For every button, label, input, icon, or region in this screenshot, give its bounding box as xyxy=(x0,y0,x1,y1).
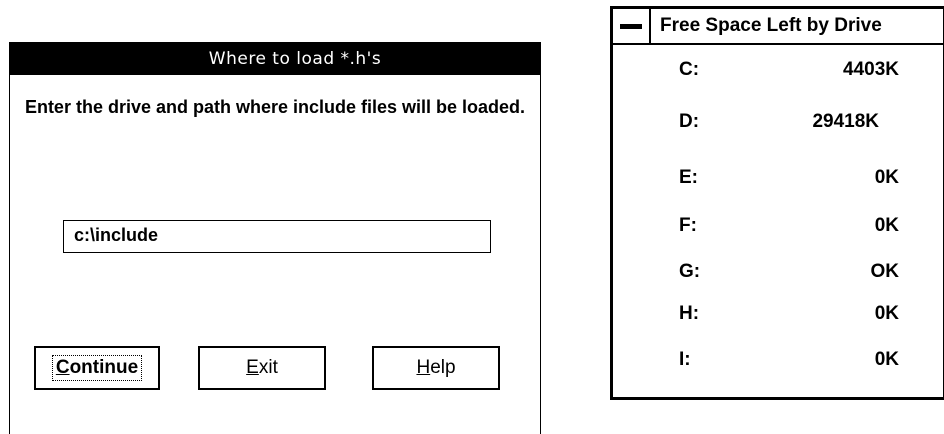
where-to-load-dialog: Where to load *.h's Enter the drive and … xyxy=(9,42,541,434)
dialog-prompt: Enter the drive and path where include f… xyxy=(24,97,526,117)
drive-letter: F: xyxy=(679,215,697,236)
drive-free-space: 0K xyxy=(874,167,899,188)
drive-letter: E: xyxy=(679,167,698,188)
continue-button-label: Continue xyxy=(51,355,143,381)
exit-label-rest: xit xyxy=(258,357,278,378)
drive-row: C: 4403K xyxy=(613,59,943,89)
drive-row: F: 0K xyxy=(613,215,943,245)
continue-button[interactable]: Continue xyxy=(34,346,160,390)
drive-letter: H: xyxy=(679,303,700,324)
help-mnemonic: H xyxy=(416,357,431,378)
include-path-input[interactable]: c:\include xyxy=(63,220,491,253)
drive-row: D: 29418K xyxy=(613,111,943,141)
help-button-label: Help xyxy=(416,357,455,379)
panel-title: Free Space Left by Drive xyxy=(660,15,882,36)
exit-button-label: Exit xyxy=(246,357,278,379)
drive-row: I: 0K xyxy=(613,349,943,379)
system-menu-icon[interactable] xyxy=(613,9,651,43)
drive-free-space: 29418K xyxy=(812,111,879,132)
help-label-rest: elp xyxy=(430,357,456,378)
drive-letter: D: xyxy=(679,111,700,132)
continue-mnemonic: C xyxy=(55,357,70,378)
drive-row: H: 0K xyxy=(613,303,943,333)
drive-free-space: 0K xyxy=(874,349,899,370)
panel-title-bar: Free Space Left by Drive xyxy=(613,9,943,45)
drive-letter: C: xyxy=(679,59,700,80)
continue-label-rest: ontinue xyxy=(69,357,139,378)
drive-letter: G: xyxy=(679,261,701,282)
exit-button[interactable]: Exit xyxy=(198,346,326,390)
help-button[interactable]: Help xyxy=(372,346,500,390)
drive-row: G: OK xyxy=(613,261,943,291)
drive-free-space: 0K xyxy=(874,215,899,236)
drive-free-space: OK xyxy=(870,261,900,282)
drive-free-space: 4403K xyxy=(843,59,899,80)
exit-mnemonic: E xyxy=(246,357,259,378)
drive-free-space: 0K xyxy=(874,303,899,324)
drive-row: E: 0K xyxy=(613,167,943,197)
dialog-title: Where to load *.h's xyxy=(10,42,540,75)
free-space-panel: Free Space Left by Drive C: 4403K D: 294… xyxy=(610,6,944,400)
drive-letter: I: xyxy=(679,349,691,370)
